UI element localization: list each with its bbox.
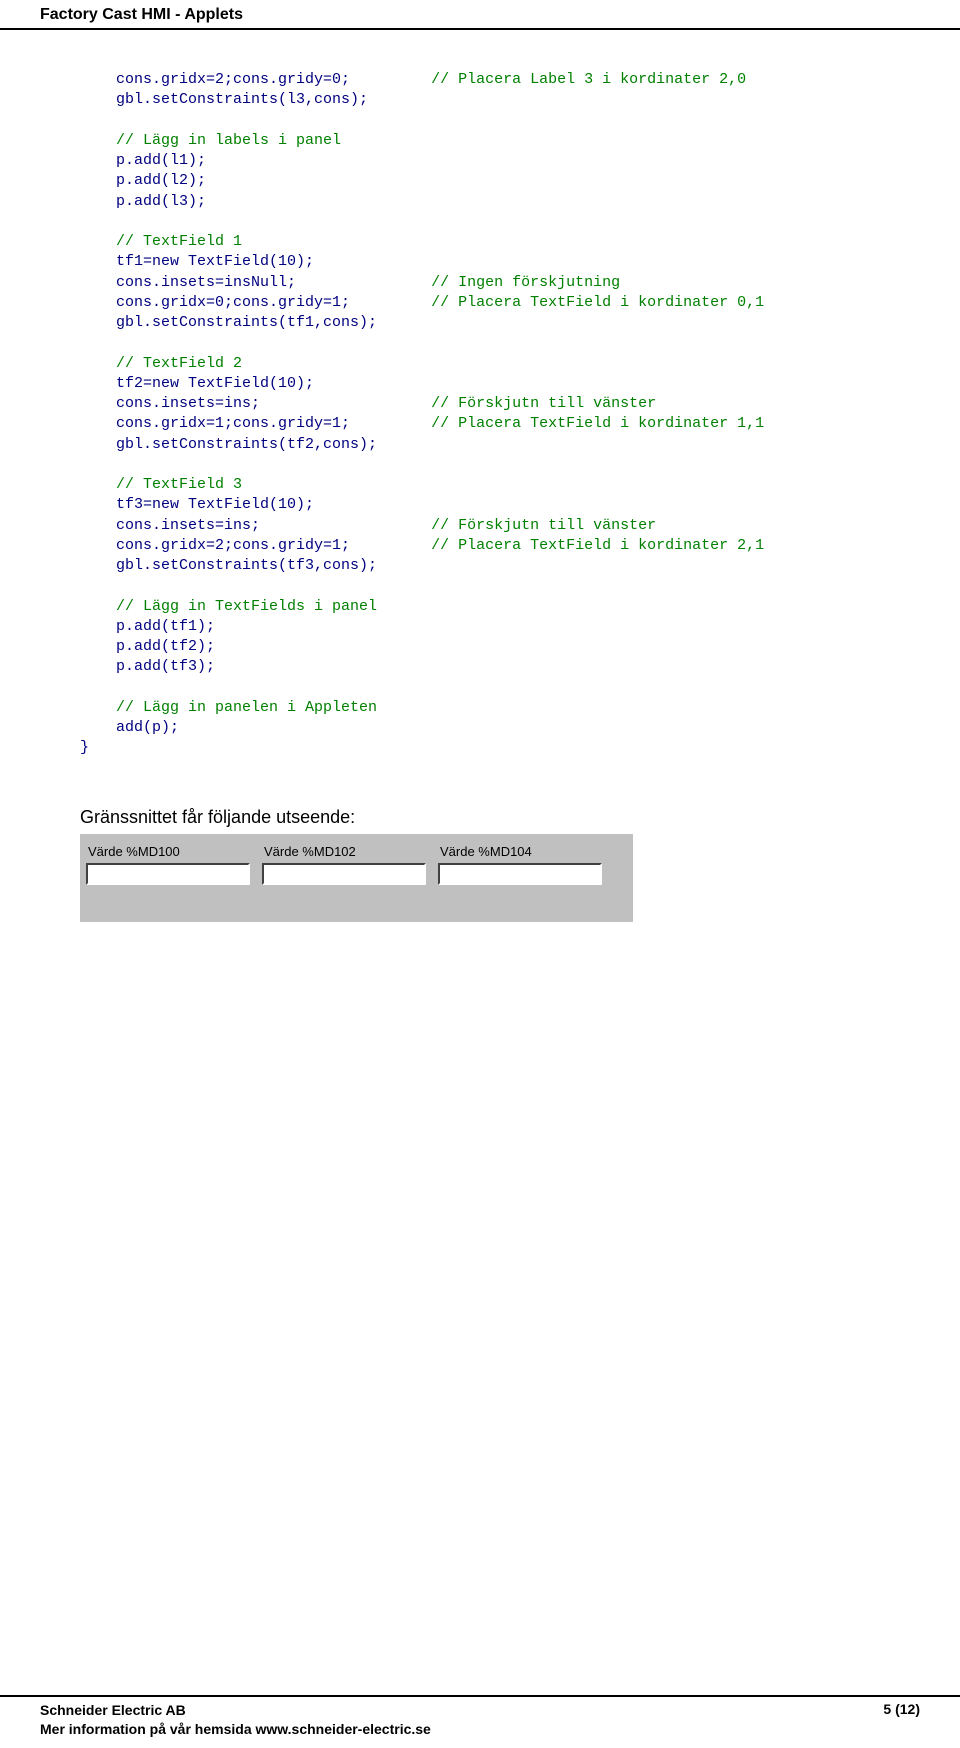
code-line: tf2=new TextField(10);	[116, 375, 314, 392]
code-comment: // Förskjutn till vänster	[431, 395, 656, 412]
code-line: cons.gridx=2;cons.gridy=1;	[116, 537, 350, 554]
code-comment: // TextField 2	[116, 355, 242, 372]
page-content: cons.gridx=2;cons.gridy=0; // Placera La…	[0, 30, 960, 922]
code-comment: // Placera TextField i kordinater 0,1	[431, 294, 764, 311]
code-comment: // Ingen förskjutning	[431, 274, 620, 291]
applet-panel: Värde %MD100 Värde %MD102 Värde %MD104	[80, 834, 633, 922]
code-comment: // Förskjutn till vänster	[431, 517, 656, 534]
document-page: Factory Cast HMI - Applets cons.gridx=2;…	[0, 0, 960, 1748]
code-line: p.add(l2);	[116, 172, 206, 189]
footer-page: 5 (12)	[883, 1701, 920, 1717]
code-comment: // Lägg in panelen i Appleten	[116, 699, 377, 716]
code-line: cons.insets=ins;	[116, 517, 260, 534]
field-label: Värde %MD100	[86, 842, 250, 863]
footer-info: Mer information på vår hemsida www.schne…	[40, 1720, 431, 1740]
field-label: Värde %MD102	[262, 842, 426, 863]
code-block: cons.gridx=2;cons.gridy=0; // Placera La…	[80, 70, 880, 759]
md104-input[interactable]	[438, 863, 602, 885]
code-line: p.add(tf2);	[116, 638, 215, 655]
code-line: cons.gridx=0;cons.gridy=1;	[116, 294, 350, 311]
code-comment: // Lägg in labels i panel	[116, 132, 341, 149]
code-line: p.add(tf1);	[116, 618, 215, 635]
field-block: Värde %MD100	[86, 842, 250, 914]
code-line: }	[80, 739, 89, 756]
code-comment: // Placera TextField i kordinater 2,1	[431, 537, 764, 554]
code-line: tf3=new TextField(10);	[116, 496, 314, 513]
code-line: gbl.setConstraints(l3,cons);	[116, 91, 368, 108]
md102-input[interactable]	[262, 863, 426, 885]
field-block: Värde %MD104	[438, 842, 602, 914]
code-comment: // TextField 1	[116, 233, 242, 250]
code-line: p.add(l3);	[116, 193, 206, 210]
code-line: add(p);	[116, 719, 179, 736]
code-line: cons.gridx=1;cons.gridy=1;	[116, 415, 350, 432]
code-comment: // Lägg in TextFields i panel	[116, 598, 377, 615]
page-header: Factory Cast HMI - Applets	[0, 0, 960, 30]
code-line: cons.insets=insNull;	[116, 274, 296, 291]
code-line: p.add(tf3);	[116, 658, 215, 675]
code-line: gbl.setConstraints(tf1,cons);	[116, 314, 377, 331]
code-line: tf1=new TextField(10);	[116, 253, 314, 270]
code-line: p.add(l1);	[116, 152, 206, 169]
footer-company: Schneider Electric AB	[40, 1701, 431, 1721]
code-line: gbl.setConstraints(tf2,cons);	[116, 436, 377, 453]
field-label: Värde %MD104	[438, 842, 602, 863]
md100-input[interactable]	[86, 863, 250, 885]
field-block: Värde %MD102	[262, 842, 426, 914]
code-line: cons.gridx=2;cons.gridy=0;	[116, 71, 350, 88]
code-comment: // TextField 3	[116, 476, 242, 493]
code-line: cons.insets=ins;	[116, 395, 260, 412]
code-comment: // Placera Label 3 i kordinater 2,0	[431, 71, 746, 88]
page-footer: Schneider Electric AB Mer information på…	[0, 1695, 960, 1740]
code-comment: // Placera TextField i kordinater 1,1	[431, 415, 764, 432]
code-line: gbl.setConstraints(tf3,cons);	[116, 557, 377, 574]
section-title: Gränssnittet får följande utseende:	[80, 807, 880, 828]
